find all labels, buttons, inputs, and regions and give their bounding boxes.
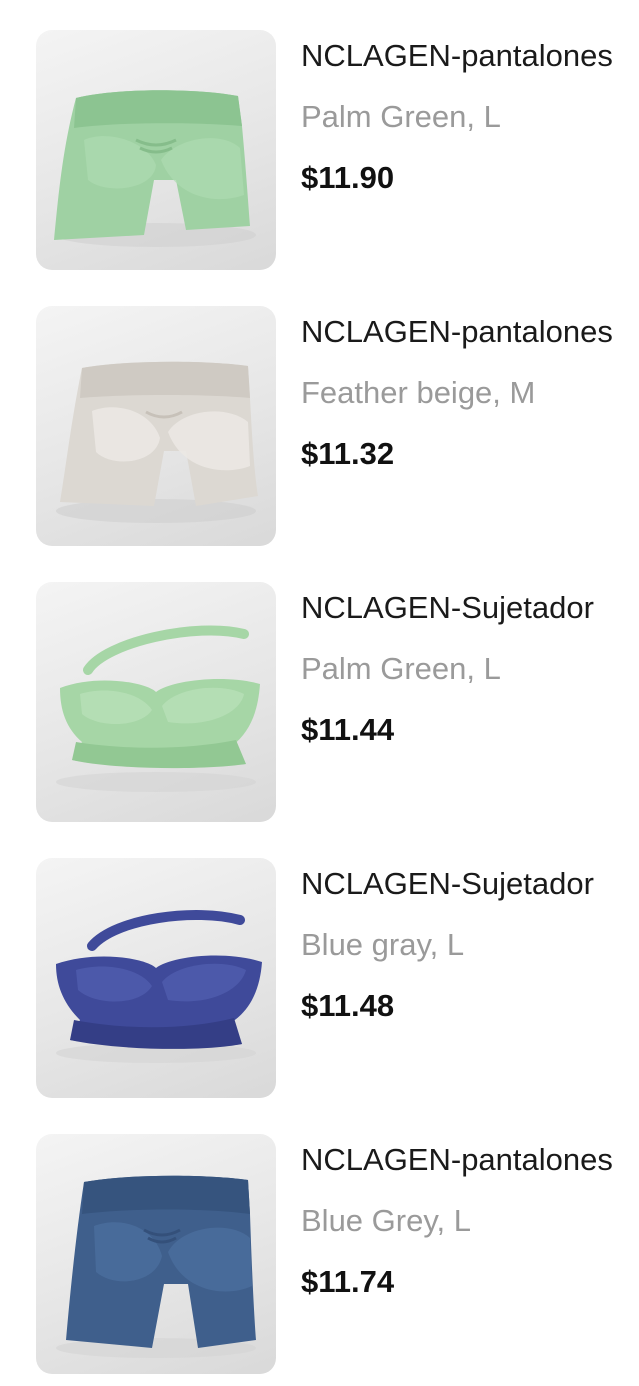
cart-item-list: NCLAGEN-pantalones Palm Green, L $11.90 …: [0, 0, 639, 1386]
shorts-icon: [56, 361, 258, 523]
product-price: $11.32: [301, 436, 395, 471]
cart-item[interactable]: NCLAGEN-pantalones Palm Green, L $11.90: [0, 30, 639, 270]
sports-bra-icon: [56, 910, 262, 1063]
product-thumbnail[interactable]: [36, 582, 276, 822]
cart-item[interactable]: NCLAGEN-Sujetador Blue gray, L $11.48: [0, 858, 639, 1098]
product-thumbnail[interactable]: [36, 858, 276, 1098]
product-price: $11.44: [301, 712, 395, 747]
product-price: $11.90: [301, 160, 395, 195]
shorts-icon: [54, 90, 256, 247]
product-variant: Blue Grey, L: [301, 1203, 472, 1238]
product-variant: Blue gray, L: [301, 927, 465, 962]
product-title[interactable]: NCLAGEN-Sujetador: [301, 864, 639, 904]
cart-item[interactable]: NCLAGEN-Sujetador Palm Green, L $11.44: [0, 582, 639, 822]
shorts-icon: [56, 1175, 256, 1358]
product-thumbnail[interactable]: [36, 30, 276, 270]
product-title[interactable]: NCLAGEN-pantalones: [301, 312, 639, 352]
cart-item[interactable]: NCLAGEN-pantalones Feather beige, M $11.…: [0, 306, 639, 546]
cart-item[interactable]: NCLAGEN-pantalones Blue Grey, L $11.74: [0, 1134, 639, 1374]
product-title[interactable]: NCLAGEN-pantalones: [301, 36, 639, 76]
product-variant: Feather beige, M: [301, 375, 536, 410]
product-thumbnail[interactable]: [36, 1134, 276, 1374]
product-title[interactable]: NCLAGEN-Sujetador: [301, 588, 639, 628]
product-price: $11.74: [301, 1264, 395, 1299]
product-price: $11.48: [301, 988, 395, 1023]
product-variant: Palm Green, L: [301, 99, 501, 134]
product-variant: Palm Green, L: [301, 651, 501, 686]
product-thumbnail[interactable]: [36, 306, 276, 546]
sports-bra-icon: [56, 625, 260, 792]
product-title[interactable]: NCLAGEN-pantalones: [301, 1140, 639, 1180]
